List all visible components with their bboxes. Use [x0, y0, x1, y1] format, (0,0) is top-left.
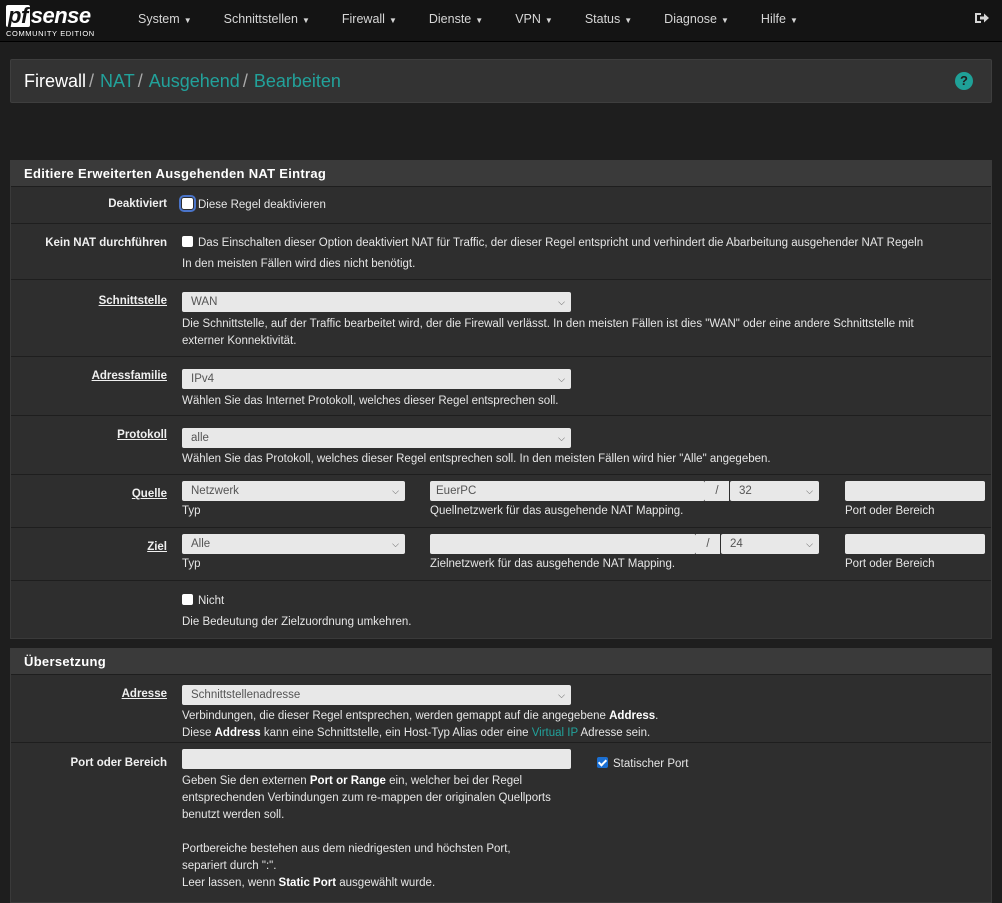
row-protocol: Protokoll alle ⌵ Wählen Sie das Protokoll…: [11, 415, 991, 474]
chevron-down-icon: ⌵: [806, 486, 813, 496]
caret-down-icon: ▼: [388, 15, 397, 25]
destination-mask-select[interactable]: 24 ⌵: [721, 534, 819, 554]
label-address-family[interactable]: Adressfamilie: [11, 357, 179, 415]
source-port-input[interactable]: [845, 481, 985, 501]
row-disabled: Deaktiviert Diese Regel deaktivieren: [11, 186, 991, 223]
breadcrumb: Firewall / NAT / Ausgehend / Bearbeiten ?: [10, 59, 992, 103]
top-navbar: pf sense COMMUNITY EDITION System ▼ Schnit…: [0, 0, 1002, 42]
caret-down-icon: ▼: [721, 15, 729, 25]
panel-title-translation: Übersetzung: [11, 649, 991, 674]
source-slash: /: [705, 481, 729, 501]
destination-slash: /: [696, 534, 720, 554]
caret-down-icon: ▼: [301, 15, 310, 25]
label-protocol[interactable]: Protokoll: [11, 416, 179, 474]
static-port-checkbox[interactable]: [597, 757, 608, 768]
breadcrumb-edit[interactable]: Bearbeiten: [254, 71, 341, 92]
row-source: Quelle Netzwerk ⌵ Typ EuerPC / 32 ⌵ Quelln…: [11, 474, 991, 527]
menu-diagnostics[interactable]: Diagnose ▼: [648, 0, 745, 42]
chevron-down-icon: ⌵: [558, 374, 565, 384]
edit-nat-panel: Editiere Erweiterten Ausgehenden NAT Ein…: [10, 160, 992, 639]
translation-address-select[interactable]: Schnittstellenadresse ⌵: [182, 685, 571, 705]
label-no-nat: Kein NAT durchführen: [45, 237, 167, 249]
invert-checkbox[interactable]: [182, 594, 193, 605]
breadcrumb-nat[interactable]: NAT: [100, 71, 135, 92]
label-interface[interactable]: Schnittstelle: [11, 280, 179, 356]
logo-sense: sense: [30, 2, 91, 28]
row-translation-port: Port oder Bereich Statischer Port Geben …: [11, 742, 991, 902]
logo-edition: COMMUNITY EDITION: [6, 28, 95, 38]
menu-vpn[interactable]: VPN ▼: [499, 0, 569, 42]
menu-system[interactable]: System ▼: [122, 0, 208, 42]
row-interface: Schnittstelle WAN ⌵ Die Schnittstelle, au…: [11, 279, 991, 356]
label-translation-port: Port oder Bereich: [70, 757, 168, 769]
caret-down-icon: ▼: [183, 15, 192, 25]
row-invert: Nicht Die Bedeutung der Zielzuordnung um…: [11, 580, 991, 638]
row-no-nat: Kein NAT durchführen Das Einschalten die…: [11, 223, 991, 279]
chevron-down-icon: ⌵: [806, 539, 813, 549]
translation-port-input[interactable]: [182, 749, 571, 769]
logout-icon[interactable]: [974, 10, 990, 26]
menu-services[interactable]: Dienste ▼: [413, 0, 499, 42]
row-address-family: Adressfamilie IPv4 ⌵ Wählen Sie das Inter…: [11, 356, 991, 415]
breadcrumb-firewall: Firewall: [24, 70, 87, 91]
address-family-select[interactable]: IPv4 ⌵: [182, 369, 571, 389]
caret-down-icon: ▼: [624, 15, 633, 25]
source-network-input[interactable]: EuerPC: [430, 481, 705, 501]
menu-help[interactable]: Hilfe ▼: [745, 0, 814, 42]
source-mask-select[interactable]: 32 ⌵: [730, 481, 819, 501]
destination-port-input[interactable]: [845, 534, 985, 554]
destination-type-select[interactable]: Alle ⌵: [182, 534, 405, 554]
no-nat-checkbox[interactable]: [182, 236, 193, 247]
translation-panel: Übersetzung Adresse Schnittstellenadress…: [10, 648, 992, 903]
label-disabled: Deaktiviert: [108, 198, 167, 210]
main-menu: System ▼ Schnittstellen ▼ Firewall ▼ Dienst…: [122, 0, 814, 42]
panel-title: Editiere Erweiterten Ausgehenden NAT Ein…: [11, 161, 991, 186]
logo-pf: pf: [6, 2, 30, 28]
menu-interfaces[interactable]: Schnittstellen ▼: [208, 0, 326, 42]
protocol-select[interactable]: alle ⌵: [182, 428, 571, 448]
destination-network-input[interactable]: [430, 534, 696, 554]
source-type-select[interactable]: Netzwerk ⌵: [182, 481, 405, 501]
disable-rule-checkbox[interactable]: [179, 195, 196, 212]
pfsense-logo[interactable]: pf sense COMMUNITY EDITION: [0, 0, 106, 42]
row-translation-address: Adresse Schnittstellenadresse ⌵ Verbindun…: [11, 674, 991, 742]
caret-down-icon: ▼: [475, 15, 484, 25]
row-destination: Ziel Alle ⌵ Typ / 24 ⌵ Zielnetzwerk für da…: [11, 527, 991, 580]
caret-down-icon: ▼: [789, 15, 798, 25]
interface-select[interactable]: WAN ⌵: [182, 292, 571, 312]
chevron-down-icon: ⌵: [558, 690, 565, 700]
menu-firewall[interactable]: Firewall ▼: [326, 0, 413, 42]
label-translation-address[interactable]: Adresse: [11, 675, 179, 742]
caret-down-icon: ▼: [544, 15, 553, 25]
virtual-ip-link[interactable]: Virtual IP: [532, 727, 578, 739]
help-icon[interactable]: ?: [955, 72, 973, 90]
chevron-down-icon: ⌵: [392, 486, 399, 496]
label-source[interactable]: Quelle: [11, 475, 179, 527]
label-destination[interactable]: Ziel: [11, 528, 179, 580]
breadcrumb-outbound[interactable]: Ausgehend: [149, 71, 240, 92]
menu-status[interactable]: Status ▼: [569, 0, 648, 42]
chevron-down-icon: ⌵: [558, 297, 565, 307]
chevron-down-icon: ⌵: [392, 539, 399, 549]
chevron-down-icon: ⌵: [558, 433, 565, 443]
